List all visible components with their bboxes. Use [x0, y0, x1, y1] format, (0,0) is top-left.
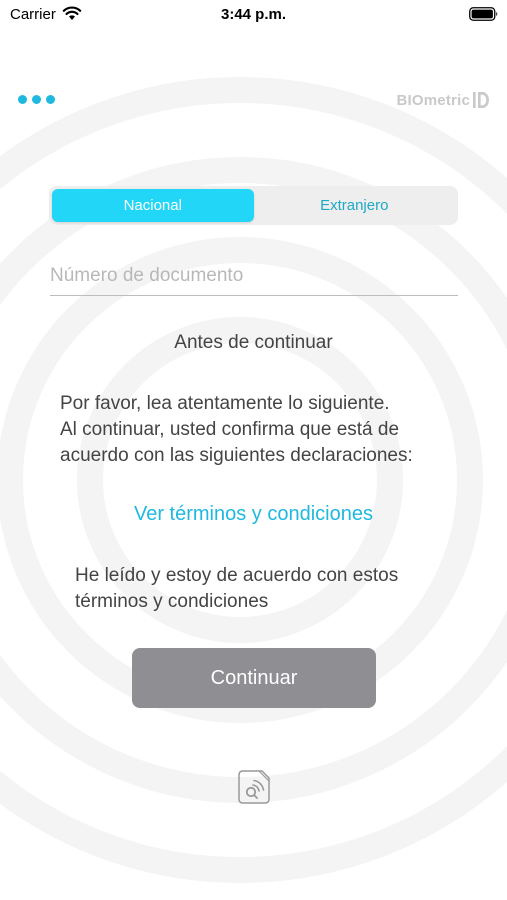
menu-dot [18, 94, 27, 104]
more-dots-icon[interactable] [18, 93, 60, 105]
nationality-segmented-control: Nacional Extranjero [49, 186, 458, 225]
instructions-text: Por favor, lea atentamente lo siguiente.… [60, 391, 460, 469]
segment-label: Extranjero [320, 197, 389, 214]
contactless-card-icon [238, 770, 270, 804]
agreement-line: He leído y estoy de acuerdo con estos [75, 565, 399, 586]
menu-dot [32, 94, 41, 104]
instructions-line: Por favor, lea atentamente lo siguiente. [60, 393, 390, 414]
segment-nacional[interactable]: Nacional [52, 189, 254, 222]
brand-logo: BIOmetric [380, 88, 490, 112]
status-bar: Carrier 3:44 p.m. [0, 0, 507, 30]
terms-link[interactable]: Ver términos y condiciones [0, 503, 507, 526]
section-heading: Antes de continuar [174, 332, 333, 353]
instructions-line: Al continuar, usted confirma que está de [60, 419, 400, 440]
agreement-line: términos y condiciones [75, 591, 269, 612]
menu-dot [46, 94, 55, 104]
continue-button[interactable]: Continuar [132, 648, 376, 708]
status-time: 3:44 p.m. [220, 6, 287, 23]
segment-extranjero[interactable]: Extranjero [254, 189, 456, 222]
document-number-input[interactable] [50, 256, 458, 296]
battery-icon [469, 7, 498, 21]
segment-label: Nacional [123, 197, 182, 214]
logo-text: BIOmetric [396, 91, 470, 109]
agreement-text: He leído y estoy de acuerdo con estos té… [75, 563, 455, 615]
instructions-line: acuerdo con las siguientes declaraciones… [60, 445, 413, 466]
app-screen: Carrier 3:44 p.m. BIOmetric Nacional Ext… [0, 0, 507, 900]
logo-id-icon [473, 92, 489, 108]
